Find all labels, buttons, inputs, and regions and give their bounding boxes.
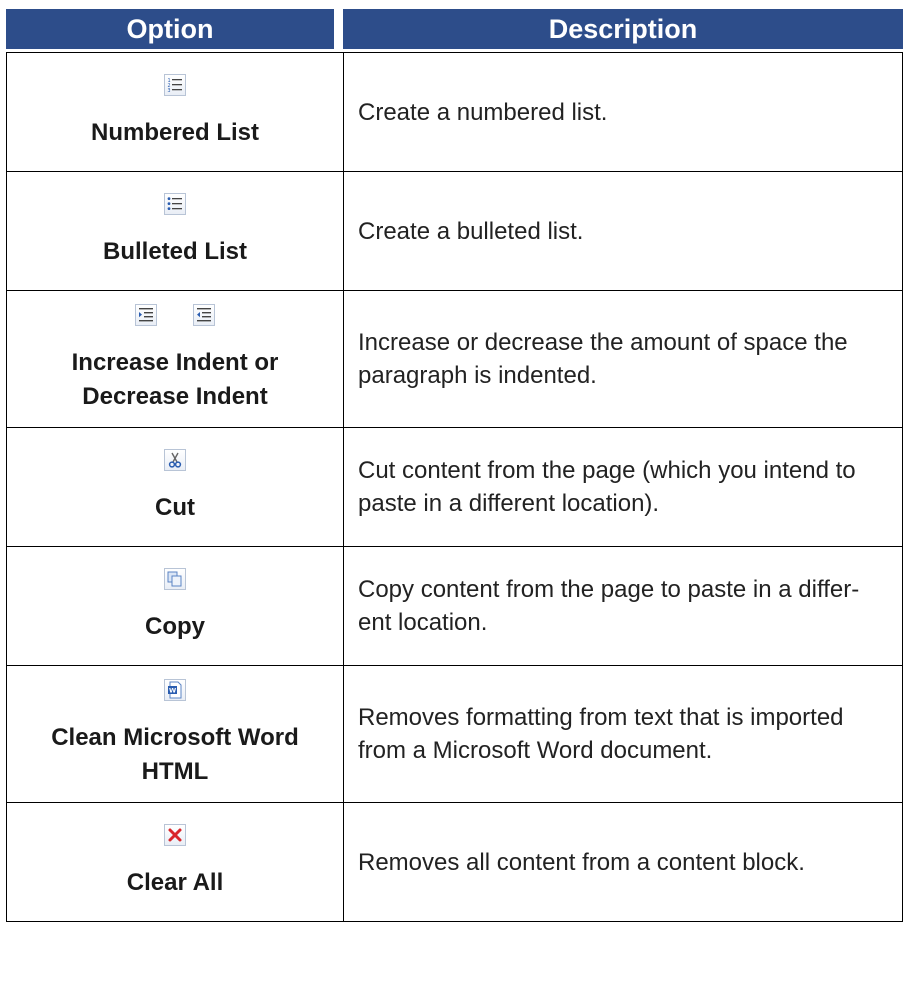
option-label: Clean Microsoft Word HTML — [7, 721, 343, 789]
option-cell: Copy — [6, 547, 343, 666]
option-label: Clear All — [126, 869, 224, 896]
description-line: Copy content from the page to paste in a… — [358, 576, 860, 603]
description-cell: Create a numbered list. — [343, 52, 903, 172]
table-row: Copy Copy content from the page to paste… — [6, 547, 903, 666]
description-cell: Create a bulleted list. — [343, 172, 903, 291]
description-cell: Increase or decrease the amount of space… — [343, 291, 903, 428]
table-header-row: Option Description — [6, 6, 903, 52]
table-row: W Clean Microsoft Word HTML Removes form… — [6, 666, 903, 803]
svg-text:3: 3 — [168, 88, 171, 94]
description-cell: Cut content from the page (which you int… — [343, 428, 903, 547]
clear-all-icon — [164, 824, 186, 846]
cut-icon — [164, 449, 186, 471]
option-label-line: Clean Microsoft Word — [51, 724, 299, 751]
option-label: Numbered List — [90, 119, 260, 146]
description-cell: Removes all content from a content block… — [343, 803, 903, 922]
bulleted-list-icon — [164, 193, 186, 215]
option-cell: Increase Indent or Decrease Indent — [6, 291, 343, 428]
option-cell: Cut — [6, 428, 343, 547]
table-row: Cut Cut content from the page (which you… — [6, 428, 903, 547]
table-row: Bulleted List Create a bulleted list. — [6, 172, 903, 291]
svg-text:W: W — [169, 687, 176, 695]
copy-icon — [164, 568, 186, 590]
table-row: 1 2 3 Numbered List Create a numbered li… — [6, 52, 903, 172]
description-column-header: Description — [343, 6, 903, 52]
option-cell: 1 2 3 Numbered List — [6, 52, 343, 172]
table-row: Increase Indent or Decrease Indent Incre… — [6, 291, 903, 428]
numbered-list-icon: 1 2 3 — [164, 74, 186, 96]
option-cell: Clear All — [6, 803, 343, 922]
description-line: ent location. — [358, 609, 488, 636]
description-cell: Copy content from the page to paste in a… — [343, 547, 903, 666]
option-column-header: Option — [6, 6, 343, 52]
option-label: Copy — [145, 613, 205, 640]
decrease-indent-icon — [193, 304, 215, 326]
table-row: Clear All Removes all content from a con… — [6, 803, 903, 922]
increase-indent-icon — [135, 304, 157, 326]
option-label: Bulleted List — [102, 238, 247, 265]
option-label: Increase Indent or Decrease Indent — [7, 346, 343, 414]
option-cell: W Clean Microsoft Word HTML — [6, 666, 343, 803]
clean-word-html-icon: W — [164, 679, 186, 701]
description-cell: Removes formatting from text that is imp… — [343, 666, 903, 803]
option-cell: Bulleted List — [6, 172, 343, 291]
option-label-line: Increase Indent or — [71, 349, 279, 376]
option-label-line: HTML — [141, 758, 209, 785]
option-label-line: Decrease Indent — [82, 383, 268, 410]
options-table: Option Description 1 2 3 Numbered List C… — [6, 6, 903, 922]
option-label: Cut — [155, 494, 195, 521]
